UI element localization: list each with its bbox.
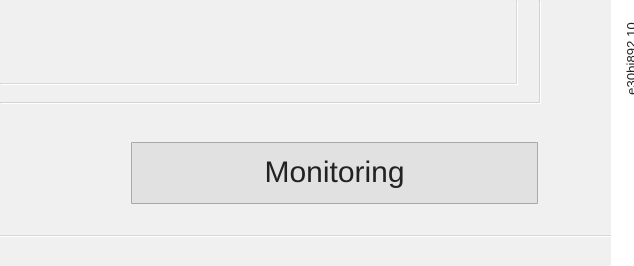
figure-reference-code-text: e30bi892.10 <box>623 21 634 95</box>
outer-panel <box>0 0 540 103</box>
dialog-area: Monitoring <box>0 0 611 266</box>
bottom-separator <box>0 235 611 236</box>
figure-reference-code: e30bi892.10 <box>621 8 634 108</box>
inner-panel <box>0 0 517 84</box>
monitoring-button[interactable]: Monitoring <box>131 142 538 204</box>
